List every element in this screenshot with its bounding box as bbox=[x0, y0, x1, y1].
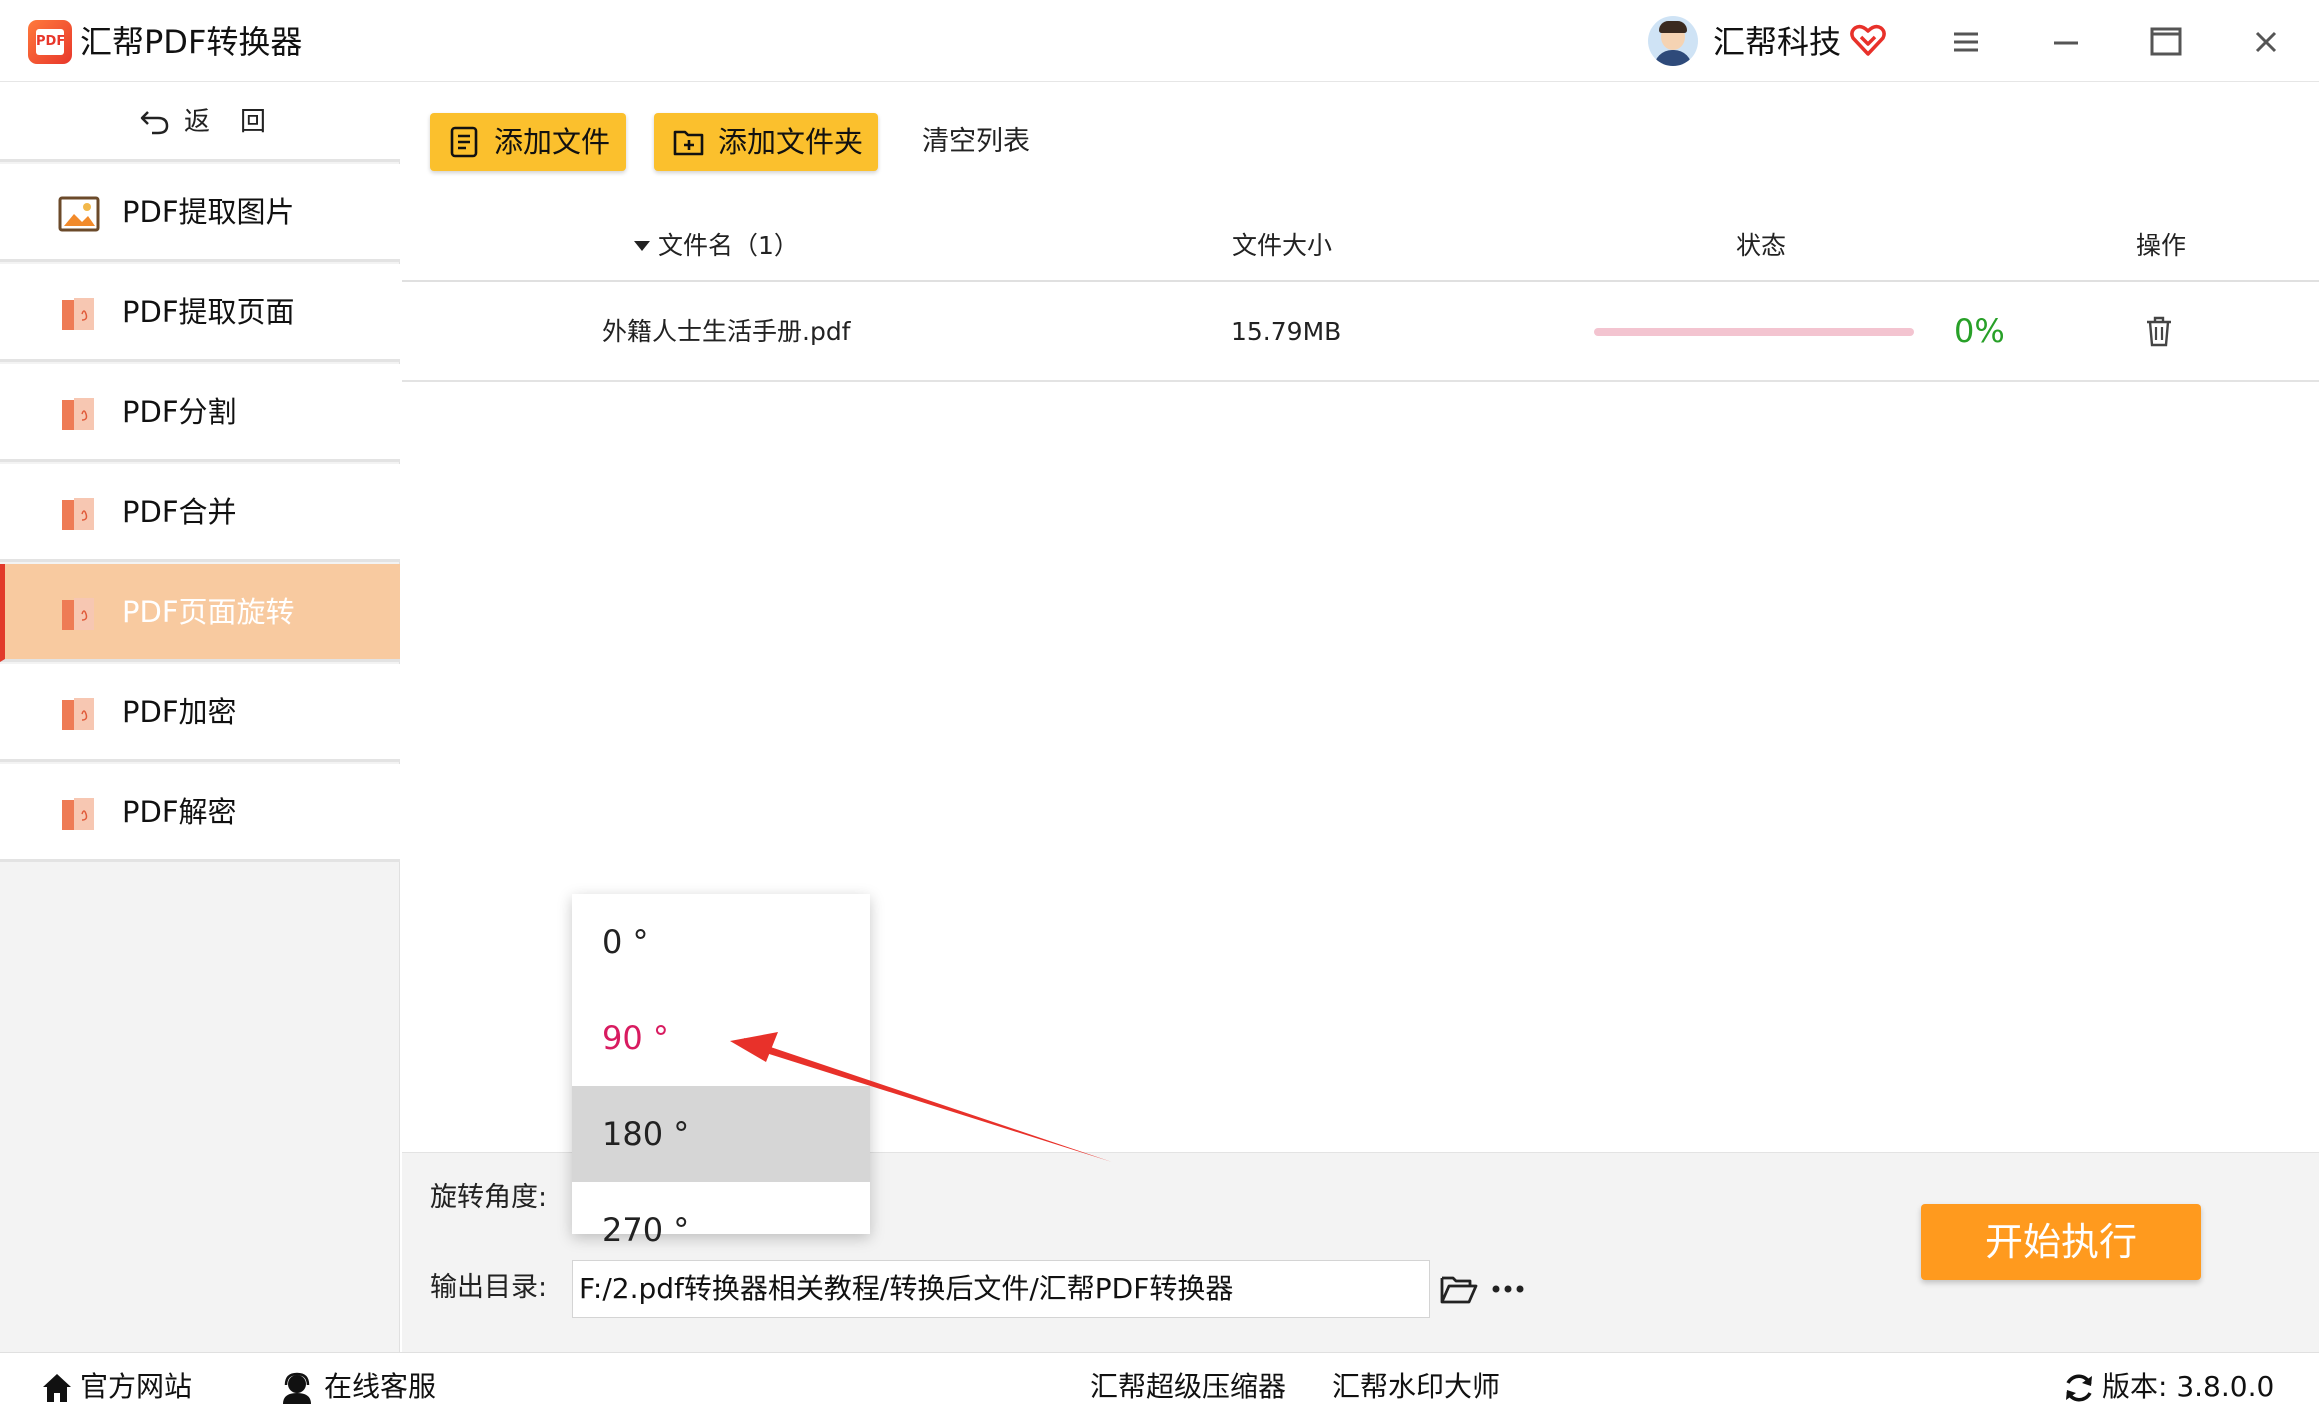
table-header: 文件名（1） 文件大小 状态 操作 bbox=[402, 212, 2319, 282]
app-title: 汇帮PDF转换器 bbox=[80, 23, 303, 61]
official-website-link[interactable]: 官方网站 bbox=[80, 1367, 192, 1407]
app-logo-text: PDF bbox=[36, 29, 65, 55]
version-label: 版本: 3.8.0.0 bbox=[2102, 1370, 2275, 1403]
user-avatar[interactable] bbox=[1648, 16, 1698, 66]
delete-icon[interactable] bbox=[2144, 314, 2174, 348]
add-file-label: 添加文件 bbox=[494, 125, 611, 159]
column-filesize: 文件大小 bbox=[1232, 231, 1333, 260]
sidebar-item-pdf-encrypt[interactable]: PDF加密 bbox=[0, 664, 400, 762]
title-bar: PDF 汇帮PDF转换器 汇帮科技 bbox=[0, 0, 2319, 82]
status-bar: 官方网站 在线客服 汇帮超级压缩器 汇帮水印大师 版本: 3.8.0.0 bbox=[0, 1352, 2319, 1419]
sidebar-item-pdf-decrypt[interactable]: PDF解密 bbox=[0, 764, 400, 862]
add-file-button[interactable]: 添加文件 bbox=[430, 113, 626, 171]
column-filename[interactable]: 文件名（1） bbox=[658, 226, 799, 266]
sidebar-item-pdf-split[interactable]: PDF分割 bbox=[0, 364, 400, 462]
compressor-link[interactable]: 汇帮超级压缩器 bbox=[1090, 1367, 1286, 1407]
pdf-file-icon bbox=[62, 698, 94, 730]
sidebar-item-label: PDF提取页面 bbox=[122, 295, 295, 329]
sort-down-icon[interactable] bbox=[632, 236, 652, 256]
add-folder-icon bbox=[673, 130, 704, 156]
back-arrow-icon bbox=[140, 111, 169, 135]
online-support-link[interactable]: 在线客服 bbox=[324, 1367, 436, 1407]
pdf-file-icon bbox=[62, 498, 94, 530]
file-name: 外籍人士生活手册.pdf bbox=[602, 317, 851, 346]
sidebar-item-label: PDF提取图片 bbox=[122, 195, 295, 229]
progress-bar bbox=[1594, 328, 1914, 336]
table-row[interactable]: 外籍人士生活手册.pdf 15.79MB bbox=[402, 284, 2319, 382]
clear-list-button[interactable]: 清空列表 bbox=[922, 122, 1030, 162]
pdf-file-icon bbox=[62, 598, 94, 630]
column-action: 操作 bbox=[2136, 231, 2187, 260]
more-options-icon[interactable] bbox=[1490, 1276, 1526, 1302]
minimize-icon[interactable] bbox=[2042, 18, 2090, 66]
close-icon[interactable] bbox=[2242, 18, 2290, 66]
pdf-file-icon bbox=[62, 298, 94, 330]
watermark-link[interactable]: 汇帮水印大师 bbox=[1332, 1367, 1500, 1407]
customer-service-icon bbox=[283, 1372, 311, 1404]
maximize-icon[interactable] bbox=[2142, 18, 2190, 66]
open-folder-icon[interactable] bbox=[1440, 1272, 1478, 1306]
back-button[interactable]: 返回 bbox=[0, 82, 400, 162]
vip-heart-icon[interactable] bbox=[1848, 20, 1888, 60]
app-logo-icon: PDF bbox=[28, 20, 72, 64]
back-label: 返回 bbox=[184, 107, 297, 137]
column-status: 状态 bbox=[1736, 231, 1787, 260]
home-icon bbox=[43, 1374, 71, 1402]
add-file-icon bbox=[450, 126, 478, 158]
sidebar-item-label: PDF合并 bbox=[122, 495, 237, 529]
sidebar-item-label: PDF分割 bbox=[122, 395, 237, 429]
rotation-label: 旋转角度: bbox=[430, 1182, 548, 1213]
start-button[interactable]: 开始执行 bbox=[1921, 1204, 2201, 1280]
sidebar-item-pdf-extract-images[interactable]: PDF提取图片 bbox=[0, 164, 400, 262]
sidebar-item-pdf-merge[interactable]: PDF合并 bbox=[0, 464, 400, 562]
menu-icon[interactable] bbox=[1942, 18, 1990, 66]
annotation-arrow-icon bbox=[730, 1032, 1112, 1162]
image-icon bbox=[58, 196, 100, 232]
add-folder-label: 添加文件夹 bbox=[718, 125, 864, 159]
rotation-option-270[interactable]: 270 ° bbox=[572, 1182, 870, 1278]
sidebar-item-label: PDF页面旋转 bbox=[122, 595, 295, 629]
output-dir-label: 输出目录: bbox=[430, 1272, 548, 1303]
sidebar-item-label: PDF解密 bbox=[122, 795, 237, 829]
sidebar-item-pdf-extract-pages[interactable]: PDF提取页面 bbox=[0, 264, 400, 362]
pdf-file-icon bbox=[62, 398, 94, 430]
sidebar-item-pdf-rotate[interactable]: PDF页面旋转 bbox=[0, 564, 400, 662]
file-size: 15.79MB bbox=[1231, 317, 1342, 346]
rotation-option-0[interactable]: 0 ° bbox=[572, 894, 870, 990]
sidebar: 返回 PDF提取图片 PDF提取页面 PDF分割 PDF合并 PDF页面旋转 P… bbox=[0, 82, 400, 1352]
sidebar-item-label: PDF加密 bbox=[122, 695, 237, 729]
refresh-icon[interactable] bbox=[2062, 1371, 2096, 1405]
add-folder-button[interactable]: 添加文件夹 bbox=[654, 113, 878, 171]
pdf-file-icon bbox=[62, 798, 94, 830]
progress-percent: 0% bbox=[1954, 312, 2005, 350]
company-name[interactable]: 汇帮科技 bbox=[1713, 20, 1841, 64]
